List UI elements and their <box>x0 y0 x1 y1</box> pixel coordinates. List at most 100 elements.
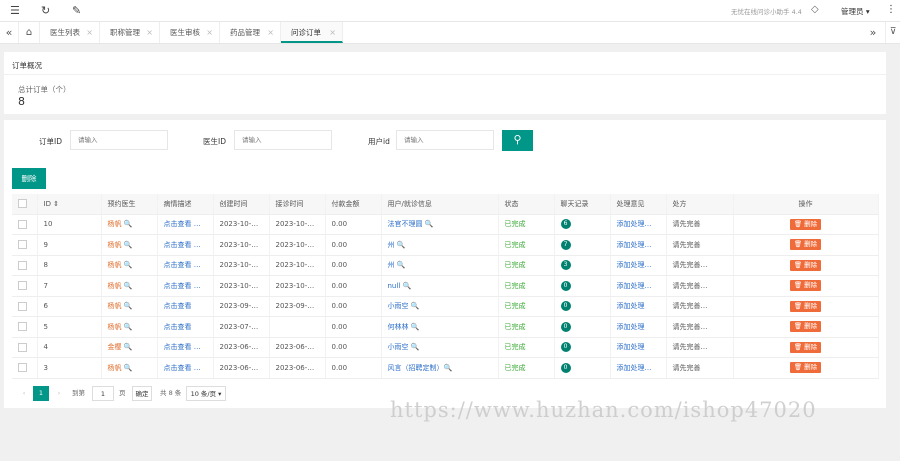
cell-description[interactable]: 点击查看 <box>157 296 214 317</box>
row-checkbox-box[interactable] <box>18 240 27 250</box>
row-checkbox-box[interactable] <box>18 363 27 373</box>
tabs-prev-icon[interactable]: « <box>0 22 18 43</box>
cell-user[interactable]: 风言（招聘定制）🔍 <box>381 357 499 379</box>
row-checkbox[interactable] <box>12 255 38 276</box>
cell-description[interactable]: 点击查看 … <box>157 357 214 379</box>
chat-count-badge[interactable]: 0 <box>560 301 571 312</box>
row-checkbox-box[interactable] <box>18 301 27 311</box>
row-delete-button[interactable]: 🗑 删除 <box>789 321 822 333</box>
cell-user[interactable]: 何林林 🔍 <box>381 316 499 338</box>
cell-description[interactable]: 点击查看 … <box>157 275 214 297</box>
row-checkbox-box[interactable] <box>18 322 27 332</box>
menu-toggle-icon[interactable]: ☰ <box>10 5 20 17</box>
next-page-icon[interactable]: › <box>51 386 67 401</box>
cell-doctor[interactable]: 杨帆 🔍 <box>101 357 158 379</box>
row-delete-button[interactable]: 🗑 删除 <box>789 280 822 292</box>
cell-opinion[interactable]: 添加处理 <box>610 337 667 358</box>
cell-doctor[interactable]: 杨帆 🔍 <box>101 296 158 317</box>
cell-description[interactable]: 点击查看 … <box>157 337 214 358</box>
row-delete-button[interactable]: 🗑 删除 <box>789 341 822 353</box>
cell-chat-count[interactable]: 3 <box>554 255 611 276</box>
row-checkbox[interactable] <box>12 316 38 338</box>
user-id-input[interactable] <box>396 130 494 150</box>
row-checkbox[interactable] <box>12 275 38 297</box>
home-tab-icon[interactable]: ⌂ <box>18 22 40 43</box>
cell-description[interactable]: 点击查看 … <box>157 214 214 235</box>
page-1-button[interactable]: 1 <box>33 386 49 401</box>
select-all-checkbox[interactable] <box>12 194 38 215</box>
cell-opinion[interactable]: 添加处理… <box>610 234 667 256</box>
chat-count-badge[interactable]: 0 <box>560 280 571 291</box>
col-id[interactable]: ID ⇕ <box>37 194 102 215</box>
cell-user[interactable]: 州 🔍 <box>381 255 499 276</box>
tabs-next-icon[interactable]: » <box>864 22 882 43</box>
cell-opinion[interactable]: 添加处理… <box>610 275 667 297</box>
row-checkbox[interactable] <box>12 296 38 317</box>
tab-title-management[interactable]: 职称管理 × <box>100 22 160 43</box>
cell-user[interactable]: 州 🔍 <box>381 234 499 256</box>
cell-chat-count[interactable]: 6 <box>554 214 611 235</box>
row-delete-button[interactable]: 🗑 删除 <box>789 259 822 271</box>
order-id-input[interactable] <box>70 130 168 150</box>
cell-chat-count[interactable]: 0 <box>554 296 611 317</box>
row-delete-button[interactable]: 🗑 删除 <box>789 300 822 312</box>
cell-user[interactable]: 小雨空 🔍 <box>381 337 499 358</box>
cell-user[interactable]: null 🔍 <box>381 275 499 297</box>
prev-page-icon[interactable]: ‹ <box>16 386 32 401</box>
batch-delete-button[interactable]: 删除 <box>12 168 46 189</box>
row-delete-button[interactable]: 🗑 删除 <box>789 362 822 374</box>
tab-consultation-orders[interactable]: 问诊订单 × <box>281 22 343 43</box>
cell-chat-count[interactable]: 7 <box>554 234 611 256</box>
cell-chat-count[interactable]: 0 <box>554 337 611 358</box>
cell-opinion[interactable]: 添加处理… <box>610 255 667 276</box>
cell-opinion[interactable]: 添加处理… <box>610 214 667 235</box>
cell-doctor[interactable]: 金樱 🔍 <box>101 337 158 358</box>
cell-opinion[interactable]: 添加处理 <box>610 316 667 338</box>
cell-chat-count[interactable]: 0 <box>554 275 611 297</box>
cell-doctor[interactable]: 杨帆 🔍 <box>101 316 158 338</box>
row-checkbox[interactable] <box>12 337 38 358</box>
chat-count-badge[interactable]: 0 <box>560 362 571 373</box>
close-icon[interactable]: × <box>267 22 274 43</box>
row-checkbox-box[interactable] <box>18 281 27 291</box>
row-delete-button[interactable]: 🗑 删除 <box>789 239 822 251</box>
tab-drug-management[interactable]: 药品管理 × <box>220 22 281 43</box>
close-icon[interactable]: × <box>146 22 153 43</box>
cell-chat-count[interactable]: 0 <box>554 316 611 338</box>
search-button[interactable]: ⚲ <box>502 130 533 151</box>
cell-description[interactable]: 点击查看 <box>157 316 214 338</box>
row-checkbox-box[interactable] <box>18 219 27 229</box>
tabs-menu-icon[interactable]: ⊽ <box>885 22 900 43</box>
chat-count-badge[interactable]: 7 <box>560 239 571 250</box>
row-checkbox[interactable] <box>12 357 38 379</box>
page-number-input[interactable]: 1 <box>92 386 114 401</box>
chat-count-badge[interactable]: 0 <box>560 342 571 353</box>
tab-doctor-review[interactable]: 医生审核 × <box>160 22 220 43</box>
clear-cache-icon[interactable]: ✎ <box>72 5 81 17</box>
close-icon[interactable]: × <box>86 22 93 43</box>
tag-icon[interactable]: ◇ <box>811 4 819 15</box>
cell-doctor[interactable]: 杨帆 🔍 <box>101 255 158 276</box>
row-checkbox[interactable] <box>12 214 38 235</box>
cell-opinion[interactable]: 添加处理 <box>610 296 667 317</box>
cell-doctor[interactable]: 杨帆 🔍 <box>101 275 158 297</box>
cell-chat-count[interactable]: 0 <box>554 357 611 379</box>
confirm-button[interactable]: 确定 <box>132 386 152 401</box>
row-delete-button[interactable]: 🗑 删除 <box>789 218 822 230</box>
row-checkbox[interactable] <box>12 234 38 256</box>
tab-doctor-list[interactable]: 医生列表 × <box>40 22 100 43</box>
close-icon[interactable]: × <box>329 22 336 43</box>
doctor-id-input[interactable] <box>234 130 332 150</box>
row-checkbox-box[interactable] <box>18 260 27 270</box>
close-icon[interactable]: × <box>206 22 213 43</box>
refresh-icon[interactable]: ↻ <box>41 5 50 17</box>
chat-count-badge[interactable]: 3 <box>560 260 571 271</box>
cell-user[interactable]: 法官不理圆 🔍 <box>381 214 499 235</box>
row-checkbox-box[interactable] <box>18 342 27 352</box>
cell-opinion[interactable]: 添加处理… <box>610 357 667 379</box>
page-size-select[interactable]: 10 条/页 ▾ <box>186 386 226 401</box>
chat-count-badge[interactable]: 6 <box>560 219 571 230</box>
cell-doctor[interactable]: 杨帆 🔍 <box>101 234 158 256</box>
cell-user[interactable]: 小雨空 🔍 <box>381 296 499 317</box>
chat-count-badge[interactable]: 0 <box>560 321 571 332</box>
